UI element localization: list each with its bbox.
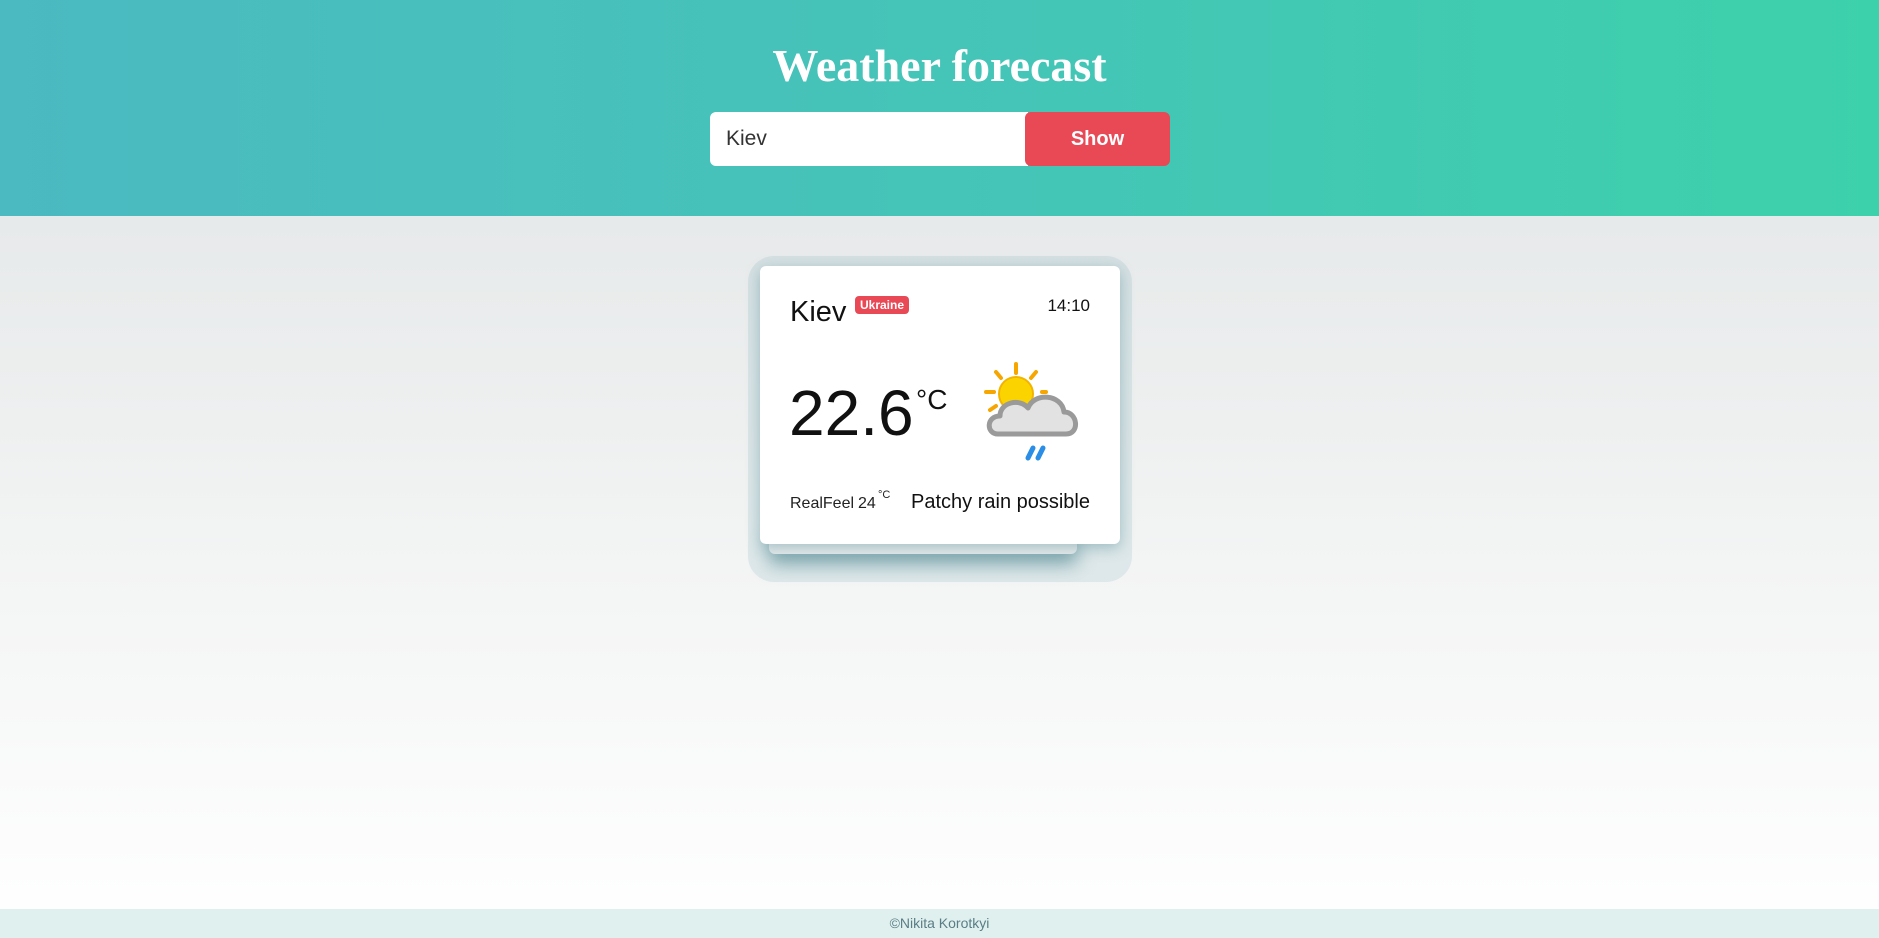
- realfeel-label: RealFeel: [790, 495, 855, 512]
- city-name: Kiev: [790, 296, 847, 328]
- realfeel-value: 24: [858, 495, 876, 512]
- header: Weather forecast Show: [0, 0, 1879, 216]
- local-time: 14:10: [1047, 296, 1090, 315]
- weather-card: Kiev Ukraine 14:10 22.6 °C RealFeel 24 °…: [760, 266, 1120, 544]
- sun-cloud-rain-icon: [984, 362, 1078, 461]
- page-title: Weather forecast: [772, 40, 1107, 91]
- footer-copyright: ©Nikita Korotkyi: [889, 915, 990, 931]
- temperature-unit: °C: [916, 384, 948, 415]
- weather-condition: Patchy rain possible: [911, 491, 1090, 513]
- realfeel-unit: °C: [878, 489, 891, 501]
- show-button[interactable]: Show: [1025, 112, 1170, 166]
- country-badge: Ukraine: [855, 296, 910, 314]
- city-search-input[interactable]: [710, 112, 1028, 166]
- footer: ©Nikita Korotkyi: [0, 909, 1879, 938]
- temperature-value: 22.6: [789, 377, 914, 449]
